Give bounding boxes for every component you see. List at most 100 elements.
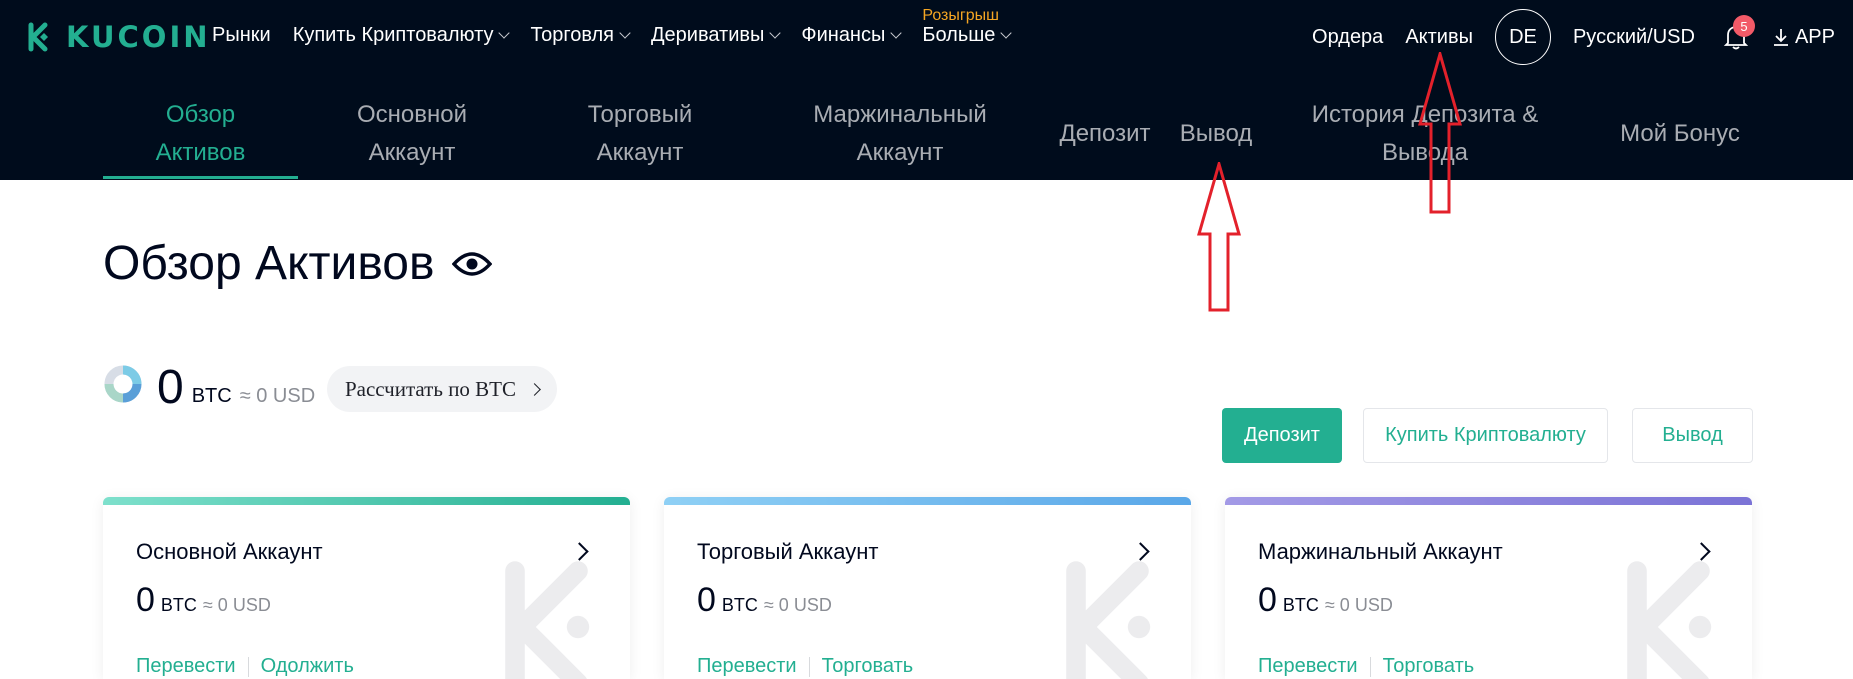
nav-label: Рынки xyxy=(212,24,271,46)
tab-deposit[interactable]: Депозит xyxy=(1050,115,1160,153)
nav-label: Больше xyxy=(922,24,996,46)
card-balance: 0 BTC ≈ 0 USD xyxy=(136,581,271,619)
brand-name: KUCOIN xyxy=(66,20,211,54)
main-account-card[interactable]: Основной Аккаунт 0 BTC ≈ 0 USD Перевести… xyxy=(103,497,630,679)
nav-buy-crypto[interactable]: Купить Криптовалюту xyxy=(292,24,511,47)
tab-label: Депозит xyxy=(1059,120,1151,147)
tab-label: Активов xyxy=(155,139,246,166)
language-currency-selector[interactable]: Русский/USD xyxy=(1573,26,1695,49)
card-balance-unit: BTC xyxy=(721,595,758,615)
total-balance-value: 0 xyxy=(157,361,184,414)
card-title: Маржинальный Аккаунт xyxy=(1258,539,1503,564)
nav-label: Финансы xyxy=(801,24,886,46)
nav-derivatives[interactable]: Деривативы xyxy=(651,24,782,47)
chevron-down-icon xyxy=(619,26,631,39)
card-accent-strip xyxy=(103,497,630,505)
card-actions: Перевести Торговать xyxy=(697,655,913,678)
card-title: Основной Аккаунт xyxy=(136,539,323,564)
page-title: Обзор Активов xyxy=(103,236,493,291)
tab-label: Мой Бонус xyxy=(1620,120,1740,147)
total-balance-unit: BTC xyxy=(191,385,232,407)
transfer-link[interactable]: Перевести xyxy=(136,655,236,678)
kucoin-watermark-icon xyxy=(1627,561,1712,679)
kucoin-logo[interactable]: KUCOIN xyxy=(20,19,211,55)
app-download-link[interactable]: APP xyxy=(1773,26,1835,49)
asset-distribution-chart-icon[interactable] xyxy=(103,364,143,404)
card-actions: Перевести Торговать xyxy=(1258,655,1474,678)
margin-account-card[interactable]: Маржинальный Аккаунт 0 BTC ≈ 0 USD Перев… xyxy=(1225,497,1752,679)
trading-account-card[interactable]: Торговый Аккаунт 0 BTC ≈ 0 USD Перевести… xyxy=(664,497,1191,679)
tab-main-account[interactable]: Основной Аккаунт xyxy=(332,96,492,172)
tab-label: Вывод xyxy=(1179,120,1253,147)
card-balance: 0 BTC ≈ 0 USD xyxy=(1258,581,1393,619)
main-nav: Рынки Купить Криптовалюту Торговля Дерив… xyxy=(212,7,1013,47)
card-balance-unit: BTC xyxy=(1282,595,1319,615)
notifications-button[interactable]: 5 xyxy=(1723,15,1755,51)
nav-label: Деривативы xyxy=(651,24,765,46)
nav-label: Купить Криптовалюту xyxy=(292,24,494,46)
tab-withdraw[interactable]: Вывод xyxy=(1170,115,1262,153)
page-title-text: Обзор Активов xyxy=(103,237,435,290)
total-balance: 0 BTC ≈ 0 USD xyxy=(103,362,315,414)
assets-sub-navigation: Обзор Активов Основной Аккаунт Торговый … xyxy=(0,74,1853,180)
chevron-right-icon xyxy=(528,382,541,396)
tab-label: Основной xyxy=(356,101,468,128)
user-avatar[interactable]: DE xyxy=(1494,9,1551,65)
card-balance-usd: ≈ 0 USD xyxy=(1324,595,1393,615)
tab-assets-overview[interactable]: Обзор Активов xyxy=(103,96,298,172)
divider xyxy=(808,656,810,677)
active-tab-indicator xyxy=(103,176,298,179)
divider xyxy=(247,656,249,677)
chevron-down-icon xyxy=(498,26,511,39)
nav-markets[interactable]: Рынки xyxy=(212,24,271,47)
nav-trade[interactable]: Торговля xyxy=(530,24,631,47)
tab-my-bonus[interactable]: Мой Бонус xyxy=(1610,115,1750,153)
total-balance-usd: ≈ 0 USD xyxy=(239,385,316,407)
tab-margin-account[interactable]: Маржинальный Аккаунт xyxy=(800,96,1000,172)
annotation-arrow-up-icon xyxy=(1418,52,1462,214)
promo-label: Розыгрыш xyxy=(922,7,999,24)
orders-link[interactable]: Ордера xyxy=(1312,26,1383,49)
calc-label: Рассчитать по BTC xyxy=(344,376,517,401)
card-actions: Перевести Одолжить xyxy=(136,655,354,678)
download-icon xyxy=(1773,29,1788,46)
trade-link[interactable]: Торговать xyxy=(822,655,914,678)
tab-label: Торговый xyxy=(587,101,693,128)
chevron-down-icon xyxy=(1000,26,1013,39)
deposit-button[interactable]: Депозит xyxy=(1222,408,1342,463)
assets-link[interactable]: Активы xyxy=(1405,26,1473,49)
annotation-arrow-up-icon xyxy=(1197,162,1241,312)
calculate-by-btc-selector[interactable]: Рассчитать по BTC xyxy=(327,366,557,412)
transfer-link[interactable]: Перевести xyxy=(1258,655,1358,678)
eye-icon[interactable] xyxy=(452,250,493,278)
chevron-down-icon xyxy=(890,26,903,39)
lend-link[interactable]: Одолжить xyxy=(261,655,354,678)
card-balance: 0 BTC ≈ 0 USD xyxy=(697,581,832,619)
trade-link[interactable]: Торговать xyxy=(1383,655,1475,678)
kucoin-watermark-icon xyxy=(1066,561,1151,679)
tab-label: Маржинальный xyxy=(813,101,987,128)
kucoin-logo-icon xyxy=(28,22,48,52)
card-balance-usd: ≈ 0 USD xyxy=(202,595,271,615)
nav-finance[interactable]: Финансы xyxy=(801,24,903,47)
app-label: APP xyxy=(1794,25,1835,48)
top-navigation-bar: KUCOIN Рынки Купить Криптовалюту Торговл… xyxy=(0,0,1853,74)
tab-label: Аккаунт xyxy=(368,139,456,166)
card-balance-unit: BTC xyxy=(160,595,197,615)
withdraw-button[interactable]: Вывод xyxy=(1632,408,1753,463)
card-balance-value: 0 xyxy=(136,581,155,619)
tab-label: Аккаунт xyxy=(596,139,684,166)
tab-trading-account[interactable]: Торговый Аккаунт xyxy=(560,96,720,172)
card-balance-usd: ≈ 0 USD xyxy=(763,595,832,615)
kucoin-watermark-icon xyxy=(505,561,590,679)
card-title: Торговый Аккаунт xyxy=(697,539,879,564)
right-nav: Ордера Активы DE Русский/USD 5 APP xyxy=(1290,0,1853,74)
buy-crypto-button[interactable]: Купить Криптовалюту xyxy=(1363,408,1608,463)
card-balance-value: 0 xyxy=(1258,581,1277,619)
transfer-link[interactable]: Перевести xyxy=(697,655,797,678)
tab-label: Обзор xyxy=(165,101,236,128)
nav-label: Торговля xyxy=(530,24,614,46)
nav-more[interactable]: Розыгрыш Больше xyxy=(922,7,1013,47)
divider xyxy=(1369,656,1371,677)
card-accent-strip xyxy=(1225,497,1752,505)
